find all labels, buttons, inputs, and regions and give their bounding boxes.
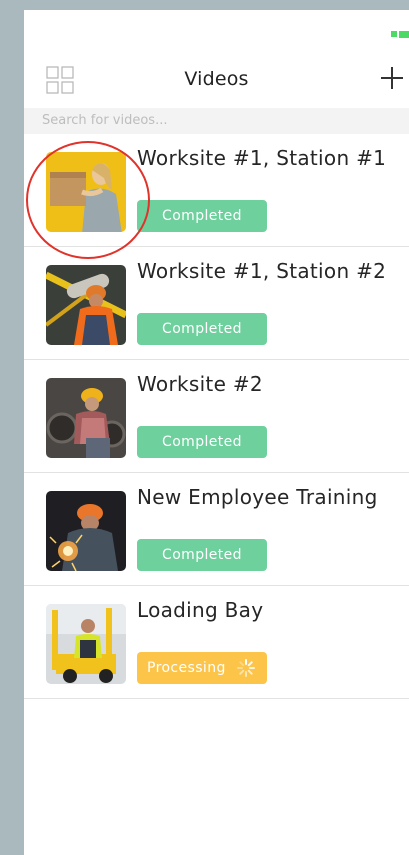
loading-spinner-icon [236, 659, 255, 677]
page-title: Videos [184, 68, 249, 90]
video-row[interactable]: Loading Bay Processing [24, 586, 409, 699]
video-title: Loading Bay [137, 598, 264, 622]
video-title: Worksite #1, Station #2 [137, 259, 387, 283]
video-thumbnail[interactable] [46, 378, 126, 458]
status-label: Completed [162, 321, 242, 337]
status-badge: Completed [137, 426, 267, 458]
search-input[interactable] [40, 112, 374, 129]
status-badge: Processing [137, 652, 267, 684]
status-badge: Completed [137, 200, 267, 232]
nav-bar: Videos [24, 52, 409, 108]
status-label: Processing [147, 660, 226, 676]
video-list: Worksite #1, Station #1 Completed Worksi… [24, 134, 409, 699]
video-title: New Employee Training [137, 485, 378, 509]
status-label: Completed [162, 547, 242, 563]
status-badge: Completed [137, 313, 267, 345]
status-label: Completed [162, 208, 242, 224]
video-row[interactable]: New Employee Training Completed [24, 473, 409, 586]
video-title: Worksite #1, Station #1 [137, 146, 387, 170]
video-thumbnail[interactable] [46, 152, 126, 232]
status-label: Completed [162, 434, 242, 450]
video-row[interactable]: Worksite #2 Completed [24, 360, 409, 473]
video-row[interactable]: Worksite #1, Station #1 Completed [24, 134, 409, 247]
status-bar [24, 10, 409, 52]
battery-icon [389, 30, 409, 38]
video-thumbnail[interactable] [46, 265, 126, 345]
video-title: Worksite #2 [137, 372, 263, 396]
status-badge: Completed [137, 539, 267, 571]
search-bar [24, 108, 409, 134]
video-thumbnail[interactable] [46, 604, 126, 684]
add-icon[interactable] [379, 65, 405, 91]
video-row[interactable]: Worksite #1, Station #2 Completed [24, 247, 409, 360]
video-thumbnail[interactable] [46, 491, 126, 571]
app-screen: Videos Worksite #1, S [24, 10, 409, 855]
